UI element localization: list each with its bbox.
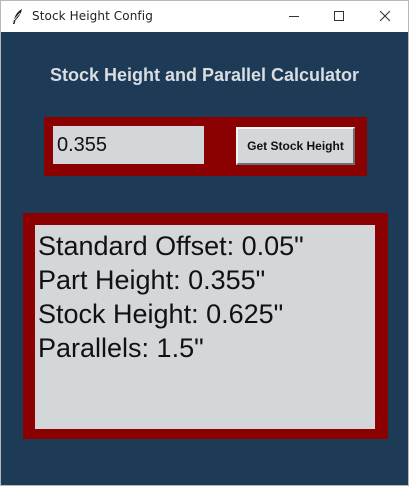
app-content: Stock Height and Parallel Calculator Get… xyxy=(1,32,408,485)
app-window: Stock Height Config Stock Height and Par… xyxy=(0,0,409,486)
maximize-icon xyxy=(334,11,344,21)
window-title: Stock Height Config xyxy=(32,9,153,23)
get-stock-height-button[interactable]: Get Stock Height xyxy=(236,127,355,165)
input-panel: Get Stock Height xyxy=(44,117,367,176)
stock-height-text: Stock Height: 0.625" xyxy=(38,299,284,329)
maximize-button[interactable] xyxy=(316,1,362,32)
results-panel: Standard Offset: 0.05" Part Height: 0.35… xyxy=(23,213,388,439)
results-display: Standard Offset: 0.05" Part Height: 0.35… xyxy=(35,225,375,429)
parallels-text: Parallels: 1.5" xyxy=(38,333,204,363)
close-button[interactable] xyxy=(362,1,408,32)
title-bar[interactable]: Stock Height Config xyxy=(1,1,408,32)
minimize-icon xyxy=(289,16,299,17)
minimize-button[interactable] xyxy=(271,1,317,32)
standard-offset-text: Standard Offset: 0.05" xyxy=(38,231,304,261)
feather-icon xyxy=(10,8,26,25)
close-icon xyxy=(379,10,391,22)
part-height-input[interactable] xyxy=(53,126,204,164)
part-height-text: Part Height: 0.355" xyxy=(38,265,266,295)
page-title: Stock Height and Parallel Calculator xyxy=(49,65,360,85)
